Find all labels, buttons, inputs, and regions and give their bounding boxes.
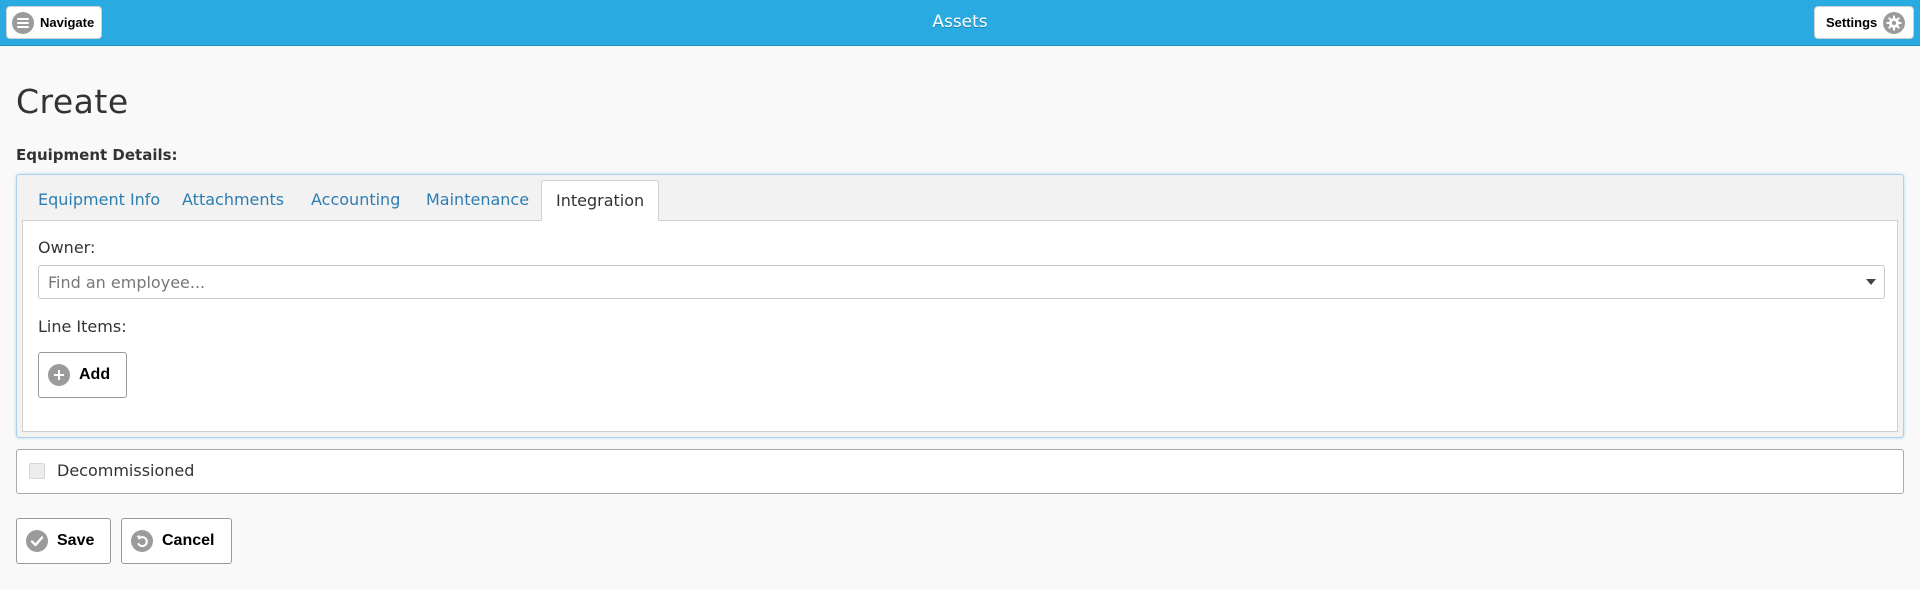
settings-button[interactable]: Settings xyxy=(1814,6,1914,39)
line-items-label: Line Items: xyxy=(38,317,127,336)
navigate-button[interactable]: Navigate xyxy=(6,6,102,39)
navigate-label: Navigate xyxy=(40,15,95,30)
check-icon xyxy=(26,530,48,552)
cancel-label: Cancel xyxy=(162,532,215,549)
settings-label: Settings xyxy=(1826,15,1878,30)
plus-icon xyxy=(48,364,70,386)
tab-equipment-info[interactable]: Equipment Info xyxy=(24,180,174,220)
gear-icon xyxy=(1883,11,1906,34)
undo-icon xyxy=(131,530,153,552)
app-title: Assets xyxy=(932,12,988,32)
page-title: Create xyxy=(16,82,129,121)
decommissioned-row: Decommissioned xyxy=(16,449,1904,494)
add-label: Add xyxy=(79,366,111,383)
integration-panel: Owner: Line Items: Add xyxy=(22,220,1898,432)
tab-accounting[interactable]: Accounting xyxy=(297,180,414,220)
tab-attachments[interactable]: Attachments xyxy=(168,180,298,220)
caret-down-icon[interactable] xyxy=(1866,279,1876,285)
owner-label: Owner: xyxy=(38,238,96,257)
decommissioned-checkbox[interactable] xyxy=(29,463,45,479)
menu-icon xyxy=(12,11,34,34)
equipment-details-label: Equipment Details: xyxy=(16,146,178,164)
tab-integration[interactable]: Integration xyxy=(541,180,660,221)
decommissioned-label[interactable]: Decommissioned xyxy=(57,461,194,480)
cancel-button[interactable]: Cancel xyxy=(121,518,232,564)
owner-combobox[interactable] xyxy=(38,265,1885,299)
top-bar: Assets Navigate Settings xyxy=(0,0,1920,46)
equipment-details-tabs: Equipment Info Attachments Accounting Ma… xyxy=(16,174,1904,438)
save-label: Save xyxy=(57,532,95,549)
tab-maintenance[interactable]: Maintenance xyxy=(412,180,543,220)
owner-input[interactable] xyxy=(39,266,1839,298)
add-line-item-button[interactable]: Add xyxy=(38,352,127,398)
save-button[interactable]: Save xyxy=(16,518,111,564)
